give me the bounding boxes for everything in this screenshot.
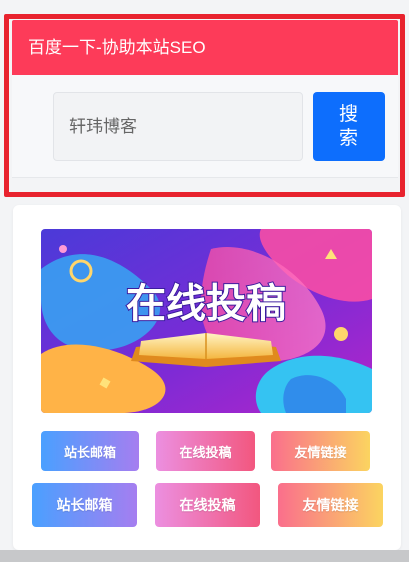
seo-search-widget: 百度一下-协助本站SEO 搜索 [12, 20, 398, 178]
online-submission-button[interactable]: 在线投稿 [156, 431, 255, 471]
seo-widget-title: 百度一下-协助本站SEO [12, 20, 398, 75]
friend-links-button[interactable]: 友情链接 [271, 431, 370, 471]
search-input[interactable] [53, 92, 303, 161]
webmaster-email-button-large[interactable]: 站长邮箱 [32, 483, 137, 527]
submission-card: 在线投稿 站长邮箱 在线投稿 友情链接 站长邮箱 在线投稿 友情链接 [13, 205, 401, 550]
banner-illustration: 在线投稿 [41, 229, 372, 413]
page: 百度一下-协助本站SEO 搜索 [0, 0, 409, 562]
search-button[interactable]: 搜索 [313, 92, 385, 161]
submission-banner[interactable]: 在线投稿 [41, 229, 372, 413]
online-submission-button-large[interactable]: 在线投稿 [155, 483, 260, 527]
bottom-scrollbar[interactable] [0, 550, 409, 562]
banner-title: 在线投稿 [126, 281, 286, 327]
webmaster-email-button[interactable]: 站长邮箱 [41, 431, 139, 471]
friend-links-button-large[interactable]: 友情链接 [278, 483, 383, 527]
